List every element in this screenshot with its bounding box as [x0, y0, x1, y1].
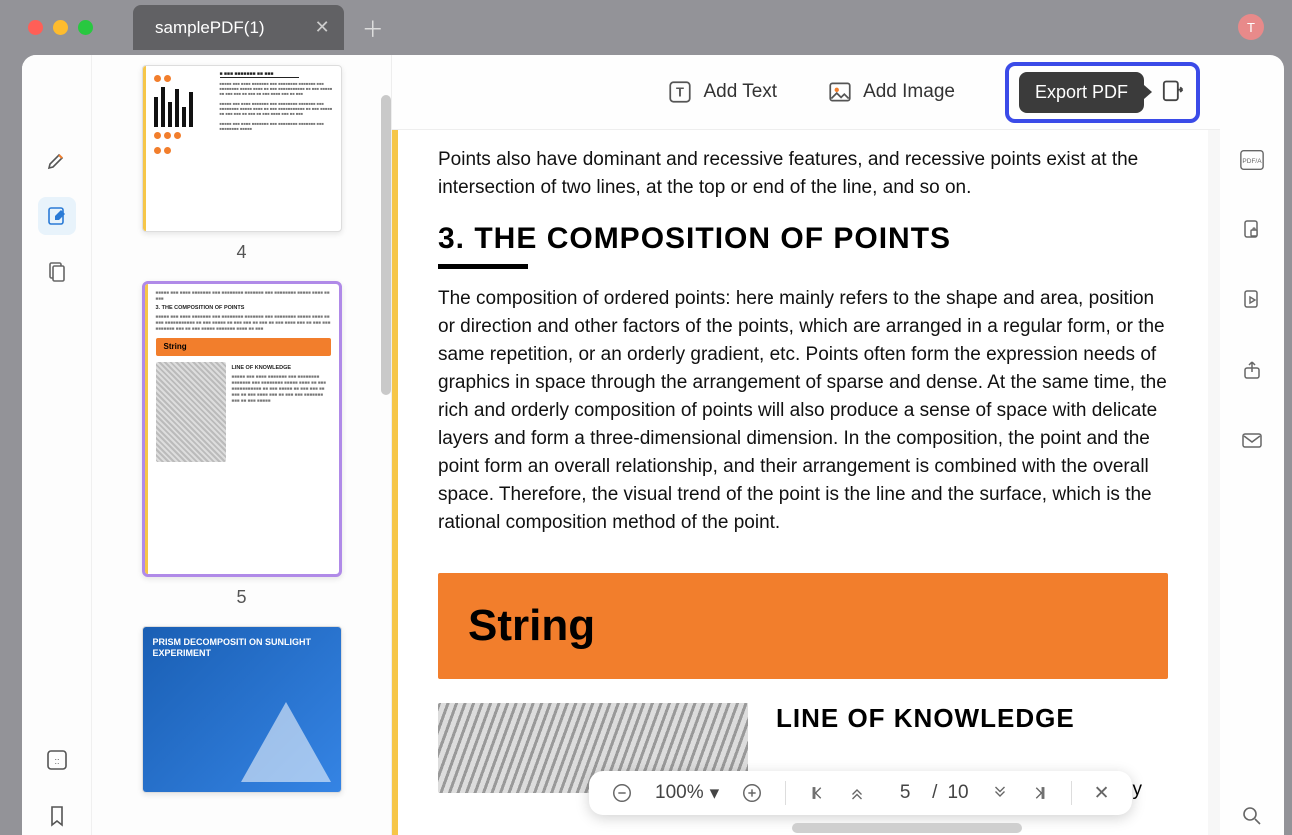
svg-text:::: ::: [54, 756, 59, 766]
highlighter-tool-icon[interactable]: [38, 141, 76, 179]
top-toolbar: T Add Text Add Image Export PDF: [392, 55, 1220, 130]
main-area: T Add Text Add Image Export PDF Points a…: [392, 55, 1220, 835]
current-page-input[interactable]: [888, 782, 922, 804]
document-tab[interactable]: samplePDF(1) ✕: [133, 5, 344, 50]
horizontal-scrollbar[interactable]: [792, 823, 1022, 833]
right-rail: PDF/A: [1220, 55, 1284, 835]
ocr-tool-icon[interactable]: ::: [38, 741, 76, 779]
thumb-string-band: String: [156, 338, 331, 356]
heading-rule: [438, 264, 528, 269]
document-viewport[interactable]: Points also have dominant and recessive …: [392, 130, 1220, 835]
edit-text-tool-icon[interactable]: [38, 197, 76, 235]
svg-text:T: T: [676, 84, 684, 99]
zoom-label: 100%: [655, 782, 704, 804]
close-bar-icon[interactable]: ✕: [1094, 782, 1110, 805]
thumb-number: 4: [236, 242, 246, 263]
bookmark-tool-icon[interactable]: [38, 797, 76, 835]
maximize-window-button[interactable]: [78, 20, 93, 35]
add-text-label: Add Text: [703, 81, 777, 103]
titlebar: samplePDF(1) ✕ ＋ T: [0, 0, 1292, 55]
thumbnail-page-4[interactable]: ■ ■■■ ■■■■■■■ ■■ ■■■ ■■■■■ ■■■ ■■■■ ■■■■…: [92, 65, 391, 263]
last-page-icon[interactable]: [1031, 784, 1049, 802]
add-image-label: Add Image: [863, 81, 955, 103]
composition-paragraph: The composition of ordered points: here …: [438, 285, 1168, 537]
thumb-number: 5: [236, 587, 246, 608]
pages-tool-icon[interactable]: [38, 253, 76, 291]
export-pdf-tooltip: Export PDF: [1019, 72, 1144, 113]
protect-file-icon[interactable]: [1233, 211, 1271, 249]
new-tab-button[interactable]: ＋: [362, 12, 384, 44]
line-of-knowledge-heading: LINE OF KNOWLEDGE: [776, 703, 1168, 734]
export-pdf-label: Export PDF: [1035, 82, 1128, 102]
thumbnail-panel[interactable]: ■ ■■■ ■■■■■■■ ■■ ■■■ ■■■■■ ■■■ ■■■■ ■■■■…: [92, 55, 392, 835]
search-icon[interactable]: [1233, 797, 1271, 835]
zoom-out-icon[interactable]: [611, 782, 633, 804]
thumbnail-scrollbar[interactable]: [381, 95, 391, 395]
avatar-letter: T: [1247, 20, 1255, 35]
share-icon[interactable]: [1233, 351, 1271, 389]
zoom-dropdown-icon[interactable]: ▾: [710, 782, 720, 805]
minimize-window-button[interactable]: [53, 20, 68, 35]
heading-composition: 3. THE COMPOSITION OF POINTS: [438, 222, 1168, 256]
prev-page-icon[interactable]: [848, 784, 866, 802]
mail-icon[interactable]: [1233, 421, 1271, 459]
left-rail: ::: [22, 55, 92, 835]
svg-text:PDF/A: PDF/A: [1242, 158, 1262, 165]
export-pdf-button[interactable]: [1158, 78, 1186, 106]
document-page: Points also have dominant and recessive …: [392, 130, 1208, 835]
close-tab-icon[interactable]: ✕: [315, 17, 330, 38]
next-page-icon[interactable]: [991, 784, 1009, 802]
thumb-6-title: PRISM DECOMPOSITI ON SUNLIGHT EXPERIMENT: [153, 637, 331, 659]
close-window-button[interactable]: [28, 20, 43, 35]
string-band: String: [438, 573, 1168, 679]
add-text-button[interactable]: T Add Text: [667, 79, 777, 105]
zoom-level[interactable]: 100% ▾: [655, 782, 719, 805]
zoom-in-icon[interactable]: [741, 782, 763, 804]
window-controls: [0, 20, 93, 35]
avatar[interactable]: T: [1238, 14, 1264, 40]
page-sep: /: [932, 782, 937, 804]
thumbnail-page-5[interactable]: ■■■■■ ■■■ ■■■■ ■■■■■■■ ■■■ ■■■■■■■■ ■■■■…: [92, 281, 391, 608]
page-indicator: / 10: [888, 782, 968, 804]
tab-title: samplePDF(1): [155, 18, 265, 38]
app-window: ::: [22, 55, 1284, 835]
slideshow-file-icon[interactable]: [1233, 281, 1271, 319]
add-image-button[interactable]: Add Image: [827, 79, 955, 105]
total-pages: 10: [947, 782, 968, 804]
intro-paragraph: Points also have dominant and recessive …: [438, 146, 1168, 202]
first-page-icon[interactable]: [808, 784, 826, 802]
thumbnail-page-6[interactable]: PRISM DECOMPOSITI ON SUNLIGHT EXPERIMENT: [92, 626, 391, 793]
zoom-page-bar: 100% ▾ / 10: [589, 771, 1132, 815]
pdfa-icon[interactable]: PDF/A: [1233, 141, 1271, 179]
export-pdf-highlight: Export PDF: [1005, 62, 1200, 123]
